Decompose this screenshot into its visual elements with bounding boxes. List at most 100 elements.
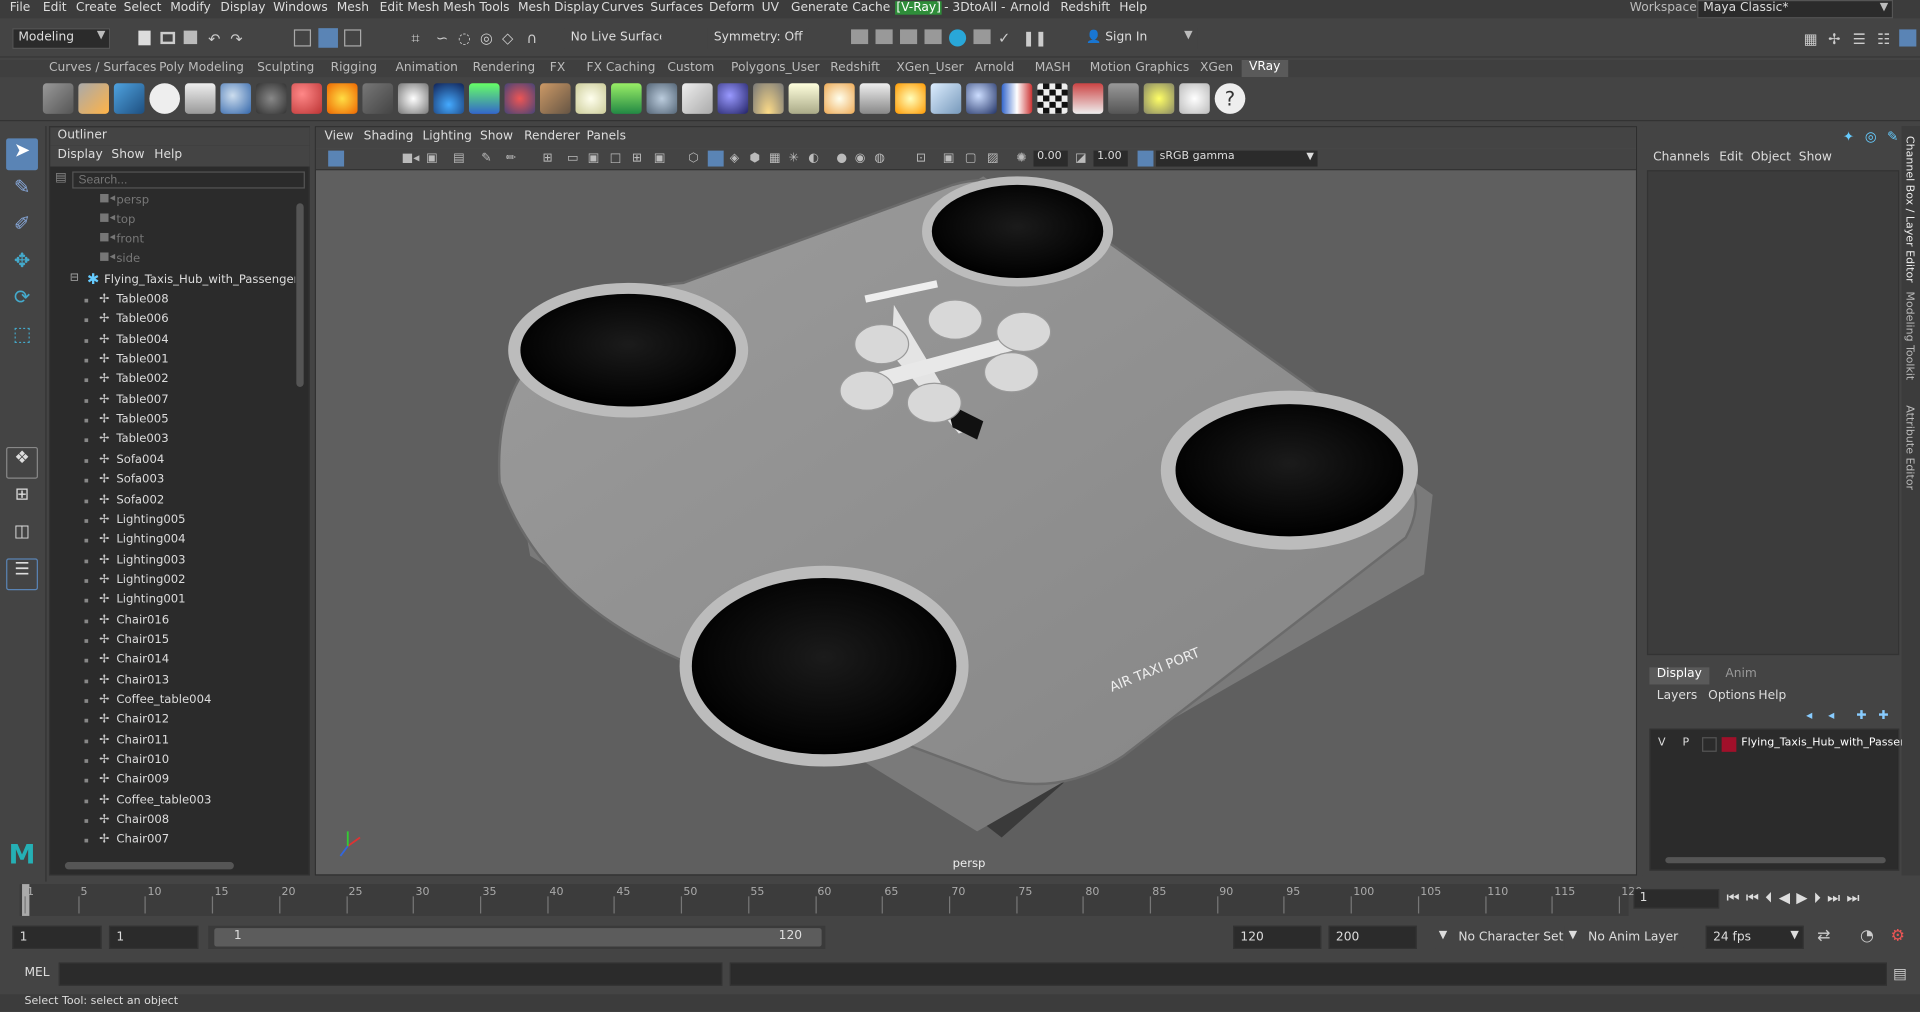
grease-pencil-icon[interactable]: ✏ (506, 152, 523, 169)
outliner-menu-show[interactable]: Show (111, 148, 144, 161)
list-item[interactable]: ✢ Chair011 (50, 731, 295, 751)
current-frame-field[interactable]: 1 (1633, 888, 1720, 909)
vray-blend-material-icon[interactable] (291, 83, 323, 114)
vray-dome-light-icon[interactable] (575, 83, 607, 114)
menu-cache[interactable]: Cache (852, 1, 890, 14)
tab-attribute-editor[interactable]: Attribute Editor (1903, 405, 1915, 490)
list-item[interactable]: ✢ Lighting001 (50, 591, 295, 611)
vray-plane-icon[interactable] (362, 83, 394, 114)
color-management-icon[interactable] (1137, 150, 1154, 167)
expand-dot-icon[interactable] (84, 559, 89, 563)
channel-box-icon[interactable] (1899, 29, 1917, 47)
expand-dot-icon[interactable] (84, 318, 89, 323)
channel-box-toggle-icon[interactable]: ✦ (1843, 129, 1854, 145)
tab-redshift[interactable]: Redshift (830, 61, 880, 74)
playback-end-field[interactable]: 120 (1233, 925, 1322, 949)
layers-menu[interactable]: Layers (1657, 689, 1698, 702)
resolution-gate-icon[interactable]: ▣ (588, 152, 605, 169)
layer-type-toggle[interactable] (1702, 737, 1717, 752)
vray-fur-icon[interactable] (326, 83, 358, 114)
list-item[interactable]: ✢ Chair012 (50, 711, 295, 731)
tab-arnold[interactable]: Arnold (975, 61, 1015, 74)
smooth-shade-icon[interactable] (707, 150, 724, 167)
loop-icon[interactable]: ⇄ (1817, 927, 1830, 945)
outliner-search-input[interactable] (72, 171, 305, 189)
layer-row[interactable]: V P Flying_Taxis_Hub_with_Passen (1651, 735, 1907, 755)
rotate-tool-icon[interactable]: ⟳ (6, 285, 38, 317)
gamma-field[interactable]: 1.00 (1093, 150, 1128, 167)
range-bar[interactable]: 1 120 (208, 925, 826, 949)
vray-ies-light-icon[interactable] (859, 83, 891, 114)
play-forward-icon[interactable]: ▶ (1796, 889, 1813, 906)
render-sequence-icon[interactable] (875, 29, 893, 45)
bookmark-icon[interactable]: ▣ (426, 152, 443, 169)
vray-particle-icon[interactable] (646, 83, 678, 114)
menu-deform[interactable]: Deform (709, 1, 755, 14)
list-item[interactable]: ✢ Chair014 (50, 651, 295, 671)
tab-poly-modeling[interactable]: Poly Modeling (159, 61, 244, 74)
vray-proxy-icon[interactable] (255, 83, 287, 114)
menu-edit-mesh[interactable]: Edit Mesh (380, 1, 440, 14)
step-forward-frame-icon[interactable]: ⏵ (1814, 889, 1827, 906)
list-item[interactable]: ✢ Coffee_table004 (50, 691, 295, 711)
mode-dropdown[interactable]: Modeling ▼ (12, 28, 111, 49)
vray-checker-icon[interactable] (1037, 83, 1068, 114)
menu-display[interactable]: Display (220, 1, 265, 14)
menu-select[interactable]: Select (124, 1, 162, 14)
move-layer-down-icon[interactable]: ◂ (1828, 709, 1834, 722)
field-chart-icon[interactable]: ⊞ (632, 152, 649, 169)
scene-canvas[interactable]: AIR TAXI PORT (316, 170, 1636, 874)
render-view-icon[interactable] (973, 29, 991, 45)
layer-color-swatch[interactable] (1721, 737, 1737, 752)
viewport-menu-renderer[interactable]: Renderer (524, 130, 580, 143)
vray-material-icon[interactable] (220, 83, 252, 114)
command-language-label[interactable]: MEL (24, 966, 49, 979)
vray-sphere-light-icon[interactable] (397, 83, 429, 114)
select-tool-icon[interactable]: ➤ (6, 138, 38, 171)
vray-render-icon[interactable]: ✓ (998, 29, 1015, 46)
expand-dot-icon[interactable] (84, 398, 89, 403)
film-gate-icon[interactable]: ▭ (567, 152, 584, 169)
expand-dot-icon[interactable] (84, 819, 89, 823)
menu-edit[interactable]: Edit (43, 1, 67, 14)
tab-xgen-user[interactable]: XGen_User (896, 61, 963, 74)
tab-rendering[interactable]: Rendering (473, 61, 536, 74)
tab-xgen[interactable]: XGen (1200, 61, 1233, 74)
menu-mesh-tools[interactable]: Mesh Tools (443, 1, 509, 14)
vray-sun-icon[interactable] (895, 83, 926, 114)
script-editor-icon[interactable]: ▤ (1893, 965, 1907, 982)
expand-dot-icon[interactable] (84, 619, 89, 623)
tab-fx-caching[interactable]: FX Caching (587, 61, 656, 74)
snap-curve-icon[interactable]: ∽ (436, 29, 453, 46)
gate-mask-icon[interactable]: □ (610, 152, 627, 169)
vray-mesh-light-icon[interactable] (966, 83, 997, 114)
step-back-key-icon[interactable]: ⏮ (1746, 889, 1765, 906)
camera-attributes-icon[interactable]: ■◂ (402, 152, 420, 169)
list-item[interactable]: ✢ Sofa004 (50, 450, 295, 470)
two-view-icon[interactable]: ◫ (6, 522, 38, 554)
menu-file[interactable]: File (10, 1, 30, 14)
select-object-icon[interactable] (318, 28, 338, 48)
render-settings-icon[interactable] (924, 29, 942, 45)
vray-frame-buffer-icon[interactable] (113, 83, 145, 114)
range-handle[interactable]: 1 120 (214, 928, 822, 947)
new-layer-icon[interactable]: ✚ (1856, 709, 1866, 722)
vray-cloud-icon[interactable] (1179, 83, 1210, 114)
anim-layer-dropdown[interactable]: ▼ No Anim Layer (1564, 925, 1685, 949)
menu-create[interactable]: Create (76, 1, 117, 14)
select-camera-icon[interactable] (328, 150, 345, 167)
list-item[interactable]: ✢ Sofa002 (50, 490, 295, 510)
attribute-editor-toggle-icon[interactable]: ◎ (1865, 129, 1877, 145)
expand-dot-icon[interactable] (84, 498, 89, 503)
options-menu[interactable]: Options (1708, 689, 1755, 702)
edit-menu[interactable]: Edit (1719, 151, 1743, 164)
textured-icon[interactable]: ▦ (769, 152, 786, 169)
tab-channel-box-layer-editor[interactable]: Channel Box / Layer Editor (1903, 136, 1915, 283)
tab-modeling-toolkit[interactable]: Modeling Toolkit (1903, 291, 1915, 380)
show-menu[interactable]: Show (1799, 151, 1832, 164)
menu-mesh[interactable]: Mesh (337, 1, 369, 14)
list-item[interactable]: ✢ Table001 (50, 350, 295, 370)
command-input[interactable] (58, 962, 723, 986)
menu-uv[interactable]: UV (762, 1, 779, 14)
timeline-track[interactable]: 1 5 10 15 20 25 30 35 40 45 50 55 60 65 70 75 80 85 90 95 10… (19, 884, 1642, 916)
